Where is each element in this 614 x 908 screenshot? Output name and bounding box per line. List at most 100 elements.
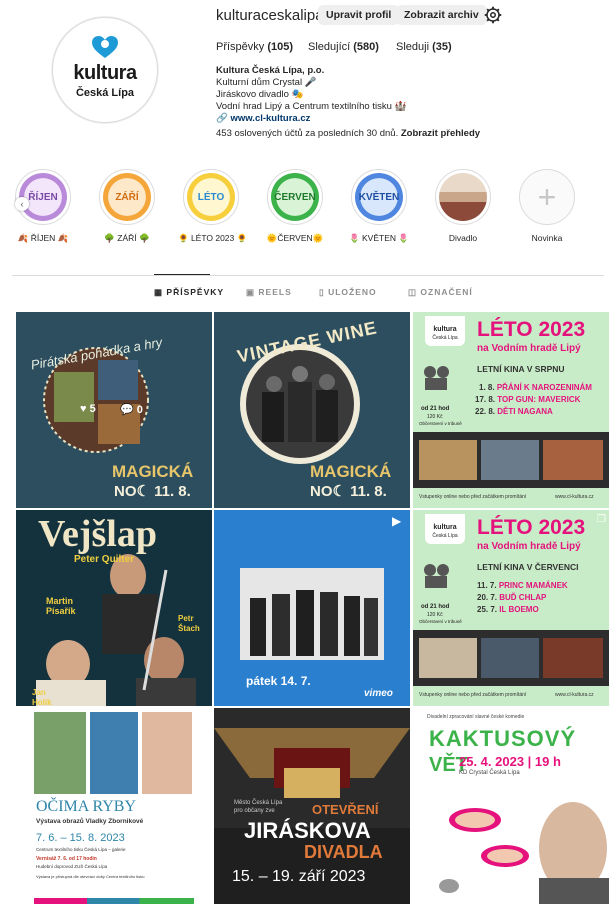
bookmark-icon: ▯	[319, 287, 325, 297]
link-icon: 🔗	[216, 113, 228, 124]
reels-icon: ▣	[246, 287, 256, 297]
likes-count: ♥ 5	[80, 403, 96, 415]
poster-web: www.cl-kultura.cz	[555, 494, 594, 500]
event-date: NO☾ 11. 8.	[310, 483, 387, 500]
post-exhibition-ocima-ryby[interactable]: OČIMA RYBY Výstava obrazů Vladky Zbornik…	[16, 708, 212, 904]
profile-bio: Kultura Česká Lípa, p.o. Kulturní dům Cr…	[216, 65, 406, 125]
play-title: Vejšlap	[38, 513, 157, 555]
profile-avatar[interactable]: kultura Česká Lípa	[52, 17, 158, 123]
film-strip	[413, 630, 609, 686]
view-archive-button[interactable]: Zobrazit archiv	[396, 5, 487, 25]
event-date: pátek 14. 7.	[246, 674, 311, 688]
painting-thumb	[142, 712, 192, 794]
posts-count: Příspěvky (105)	[216, 41, 294, 53]
color-bar	[34, 898, 194, 904]
tab-reels[interactable]: ▣ REELS	[246, 287, 292, 298]
post-summer-cinema-july[interactable]: ❐ kultura Česká Lípa LÉTO 2023 na Vodním…	[413, 510, 609, 706]
show-time: od 21 hod	[421, 406, 450, 412]
highlight-kveten[interactable]: KVĚTEN 🌷 KVĚTEN 🌷	[346, 169, 412, 244]
settings-gear-icon[interactable]	[484, 6, 502, 24]
exhibition-place: Centrum textilního tisku Česká Lípa – ga…	[36, 847, 126, 852]
ticket-price: 120 Kč	[427, 414, 443, 420]
projector-icon	[421, 562, 453, 592]
logo-text-city: Česká Lípa	[75, 87, 135, 99]
kultura-logo: kultura Česká Lípa	[425, 514, 465, 544]
painting-thumb	[34, 712, 86, 794]
organizer-line: Město Česká Lípa	[234, 800, 283, 806]
bio-line: Jiráskovo divadlo 🎭	[216, 89, 304, 100]
edit-profile-button[interactable]: Upravit profil	[318, 5, 400, 25]
painting-thumb	[90, 712, 138, 794]
poster-subtitle: na Vodním hradě Lipý	[477, 541, 581, 552]
highlight-cover: ČERVEN	[271, 173, 319, 221]
film-row: 20. 7. BUĎ CHLAP	[477, 593, 547, 602]
post-theatre-reopening[interactable]: ❐ Město Česká Lípa pro občany zve OTEVŘE…	[214, 708, 410, 904]
theatre-photo	[439, 173, 487, 221]
bio-line: Vodní hrad Lipý a Centrum textilního tis…	[216, 101, 407, 112]
highlight-cerven[interactable]: ČERVEN 🌞ČERVEN🌞	[262, 169, 328, 244]
bio-name: Kultura Česká Lípa, p.o.	[216, 65, 325, 76]
chevron-left-icon[interactable]: ‹	[15, 197, 29, 211]
actor-name: Petr	[178, 614, 194, 623]
following-count[interactable]: Sleduji (35)	[396, 41, 452, 53]
poster-web: www.cl-kultura.cz	[555, 692, 594, 698]
actor-name: Štach	[178, 624, 200, 633]
poster-footer: Vstupenky online nebo před začátkem prom…	[419, 692, 527, 698]
show-time: od 21 hod	[421, 604, 450, 610]
poster-footer: Vstupenky online nebo před začátkem prom…	[419, 494, 527, 500]
vimeo-logo: vimeo	[364, 688, 393, 699]
active-tab-indicator	[154, 274, 210, 275]
insights-summary: 453 oslovených účtů za posledních 30 dnů…	[216, 128, 481, 139]
exhibition-music: Hudební doprovod ZUŠ Česká Lípa	[36, 864, 108, 869]
actor-name: Martin	[46, 596, 73, 606]
highlight-label: 🌳 ZÁŘÍ 🌳	[104, 233, 150, 243]
highlight-zari[interactable]: ZÁŘÍ 🌳 ZÁŘÍ 🌳	[94, 169, 160, 244]
tab-saved[interactable]: ▯ ULOŽENO	[319, 287, 377, 298]
comments-count: 💬 0	[120, 404, 143, 416]
film-row: 22. 8. DĚTI NAGANA	[475, 407, 553, 416]
film-row: 1. 8. PŘÁNÍ K NAROZENINÁM	[479, 383, 592, 392]
poster-cinema: LETNÍ KINA V SRPNU	[477, 364, 565, 374]
profile-username: kulturaceskalipa	[216, 7, 324, 24]
highlight-label: 🌻 LÉTO 2023 🌻	[178, 233, 248, 243]
actor-name: Jan	[32, 688, 46, 697]
title-line2: JIRÁSKOVA	[244, 818, 371, 843]
heart-logo-icon	[92, 36, 118, 58]
exhibition-opening: Vernisáž 7. 6. od 17 hodin	[36, 856, 97, 862]
venue-note: Občerstvení v tribuně	[419, 619, 462, 624]
event-dates: 15. – 19. září 2023	[232, 868, 366, 885]
post-vintage-wine[interactable]: VINTAGE WINE MAGICKÁ NO☾ 11. 8.	[214, 312, 410, 508]
highlight-cover: ZÁŘÍ	[103, 173, 151, 221]
highlight-cover: LÉTO	[187, 173, 235, 221]
highlight-new[interactable]: + Novinka	[514, 169, 580, 243]
post-video-friday[interactable]: ▶ pátek 14. 7. vimeo	[214, 510, 410, 706]
highlight-divadlo[interactable]: Divadlo	[430, 169, 496, 243]
exhibition-subtitle: Výstava obrazů Vladky Zbornikové	[36, 818, 144, 825]
post-vejslap-play[interactable]: Vejšlap Peter Quilter Martin Písařík Pet…	[16, 510, 212, 706]
film-row: 11. 7. PRINC MAMÁNEK	[477, 581, 568, 590]
post-pirate-fairy-tale[interactable]: Pirátská pohádka a hry ♥ 5 💬 0 MAGICKÁ N…	[16, 312, 212, 508]
bio-website[interactable]: 🔗 www.cl-kultura.cz	[216, 113, 406, 125]
actor-photos	[439, 802, 609, 904]
poster-cinema: LETNÍ KINA V ČERVENCI	[477, 562, 579, 572]
tabs-divider	[12, 275, 604, 276]
highlight-cover: KVĚTEN	[355, 173, 403, 221]
view-insights-link[interactable]: Zobrazit přehledy	[401, 128, 480, 139]
film-row: 25. 7. IL BOEMO	[477, 605, 539, 614]
post-summer-cinema-august[interactable]: kultura Česká Lípa LÉTO 2023 na Vodním h…	[413, 312, 609, 508]
highlight-label: 🌞ČERVEN🌞	[266, 233, 324, 243]
bio-line: Kulturní dům Crystal 🎤	[216, 77, 317, 88]
poster-title: LÉTO 2023	[477, 516, 586, 539]
multi-post-icon: ❐	[597, 514, 606, 525]
highlight-leto[interactable]: LÉTO 🌻 LÉTO 2023 🌻	[178, 169, 248, 244]
organizer-line: pro občany zve	[234, 808, 275, 814]
venue-note: Občerstvení v tribuně	[419, 421, 462, 426]
highlight-label: 🌷 KVĚTEN 🌷	[349, 233, 409, 243]
film-row: 17. 8. TOP GUN: MAVERICK	[475, 395, 581, 404]
tab-tagged[interactable]: ◫ OZNAČENÍ	[408, 287, 473, 298]
actor-name: Holík	[32, 698, 52, 706]
tab-posts[interactable]: ▦ PŘÍSPĚVKY	[154, 287, 224, 298]
followers-count[interactable]: Sledující (580)	[308, 41, 379, 53]
tag-icon: ◫	[408, 287, 418, 297]
post-kaktusovy-svet[interactable]: Divadelní zpracování slavné české komedi…	[413, 708, 609, 904]
